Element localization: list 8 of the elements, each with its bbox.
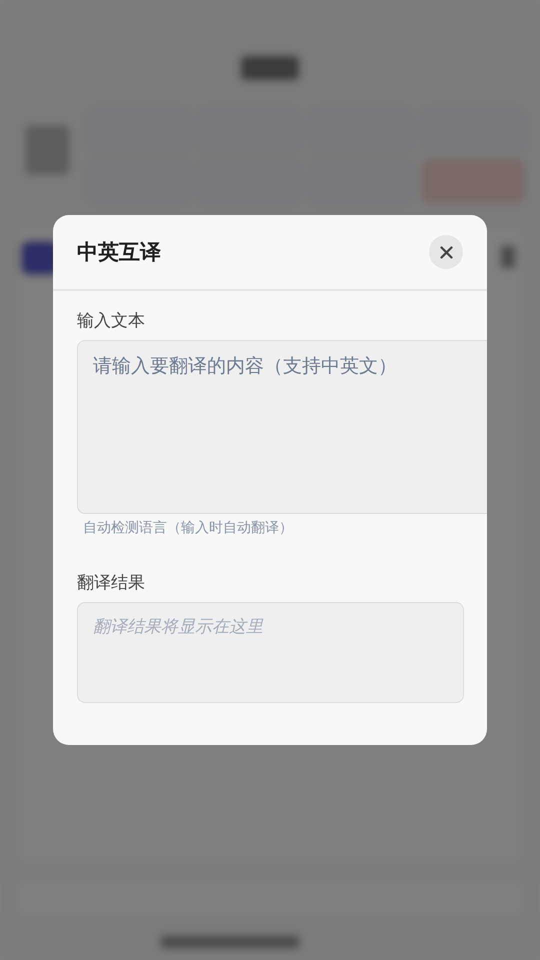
- hint-text: 自动检测语言（输入时自动翻译）: [83, 519, 293, 537]
- close-button[interactable]: [429, 235, 463, 269]
- close-icon: [440, 246, 452, 258]
- result-label: 翻译结果: [77, 572, 145, 594]
- dialog-title: 中英互译: [77, 239, 161, 266]
- input-label: 输入文本: [77, 310, 145, 332]
- result-field[interactable]: 翻译结果将显示在这里: [77, 602, 464, 703]
- input-field[interactable]: 请输入要翻译的内容（支持中英文）: [77, 340, 487, 514]
